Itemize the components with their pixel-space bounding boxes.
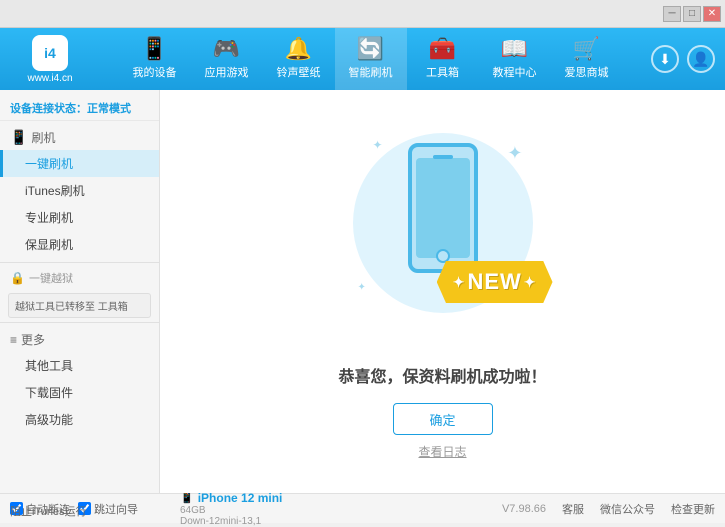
nav-ringtones[interactable]: 🔔 铃声壁纸 — [263, 28, 335, 90]
sparkle-2: ✦ — [507, 143, 522, 164]
nav-my-device-label: 我的设备 — [133, 64, 177, 80]
save-flash-label: 保显刷机 — [25, 238, 73, 252]
more-section-label: 更多 — [21, 331, 45, 348]
sidebar-item-pro-flash[interactable]: 专业刷机 — [0, 204, 159, 231]
lock-icon: 🔒 — [10, 271, 25, 285]
jailbreak-notice-text: 越狱工具已转移至 工具箱 — [15, 302, 128, 313]
phone-screen — [416, 158, 470, 258]
device-status: 设备连接状态：正常模式 — [0, 96, 159, 121]
pro-flash-label: 专业刷机 — [25, 211, 73, 225]
title-bar: ─ □ ✕ — [0, 0, 725, 28]
skip-wizard-label: 跳过向导 — [94, 501, 138, 517]
nav-apps-games[interactable]: 🎮 应用游戏 — [191, 28, 263, 90]
status-label: 设备连接状态： — [10, 103, 87, 115]
flash-section-title: 📱 刷机 — [0, 125, 159, 150]
version-label: V7.98.66 — [502, 503, 546, 515]
sidebar-item-advanced[interactable]: 高级功能 — [0, 406, 159, 433]
apps-games-icon: 🎮 — [213, 38, 240, 60]
store-icon: 🛒 — [573, 38, 600, 60]
new-ribbon: ✦ NEW ✦ — [437, 261, 553, 303]
status-value: 正常模式 — [87, 103, 131, 115]
check-update-link[interactable]: 检查更新 — [671, 501, 715, 517]
wechat-public-link[interactable]: 微信公众号 — [600, 501, 655, 517]
sidebar-item-itunes-flash[interactable]: iTunes刷机 — [0, 177, 159, 204]
sidebar-item-download-firmware[interactable]: 下载固件 — [0, 379, 159, 406]
user-button[interactable]: 👤 — [687, 45, 715, 73]
device-info: 📱 iPhone 12 mini 64GB Down-12mini-13,1 — [170, 491, 502, 527]
new-text: NEW — [467, 269, 521, 295]
nav-apps-games-label: 应用游戏 — [205, 64, 249, 80]
sparkle-3: ✦ — [358, 282, 366, 293]
nav-tutorials[interactable]: 📖 教程中心 — [479, 28, 551, 90]
other-tools-label: 其他工具 — [25, 359, 73, 373]
divider-2 — [0, 322, 159, 323]
minimize-button[interactable]: ─ — [663, 6, 681, 22]
logo-icon: i4 — [32, 35, 68, 71]
sidebar-item-one-click-flash[interactable]: 一键刷机 — [0, 150, 159, 177]
nav-toolbox-label: 工具箱 — [426, 64, 459, 80]
phone-illustration — [408, 143, 478, 273]
ringtones-icon: 🔔 — [285, 38, 312, 60]
logo-sub: www.i4.cn — [27, 73, 72, 84]
download-firmware-label: 下载固件 — [25, 386, 73, 400]
nav-tutorials-label: 教程中心 — [493, 64, 537, 80]
bottom-bar: 自动断连 跳过向导 📱 iPhone 12 mini 64GB Down-12m… — [0, 493, 725, 523]
jailbreak-notice: 越狱工具已转移至 工具箱 — [8, 293, 151, 318]
confirm-button[interactable]: 确定 — [393, 403, 493, 435]
phone-body — [408, 143, 478, 273]
sparkle-1: ✦ — [373, 138, 383, 152]
maximize-button[interactable]: □ — [683, 6, 701, 22]
jailbreak-section: 🔒 一键越狱 — [0, 267, 159, 289]
star-left-icon: ✦ — [453, 274, 466, 291]
more-section-title: ≡ 更多 — [0, 327, 159, 352]
device-storage: 64GB — [180, 505, 502, 516]
sidebar-item-other-tools[interactable]: 其他工具 — [0, 352, 159, 379]
main-area: 设备连接状态：正常模式 📱 刷机 一键刷机 iTunes刷机 专业刷机 保显刷机… — [0, 90, 725, 493]
customer-service-link[interactable]: 客服 — [562, 501, 584, 517]
nav-items: 📱 我的设备 🎮 应用游戏 🔔 铃声壁纸 🔄 智能刷机 🧰 工具箱 📖 教程中心… — [90, 28, 651, 90]
success-illustration: ✦ ✦ ✦ ✦ ✦ NEW ✦ — [343, 123, 543, 343]
nav-store-label: 爱思商城 — [565, 64, 609, 80]
nav-smart-flash-label: 智能刷机 — [349, 64, 393, 80]
nav-smart-flash[interactable]: 🔄 智能刷机 — [335, 28, 407, 90]
device-os: Down-12mini-13,1 — [180, 516, 502, 527]
sidebar-item-save-flash[interactable]: 保显刷机 — [0, 231, 159, 258]
toolbox-icon: 🧰 — [429, 38, 456, 60]
nav-toolbox[interactable]: 🧰 工具箱 — [407, 28, 479, 90]
close-button[interactable]: ✕ — [703, 6, 721, 22]
success-message: 恭喜您，保资料刷机成功啦！ — [338, 363, 546, 387]
my-device-icon: 📱 — [141, 38, 168, 60]
bottom-right: V7.98.66 客服 微信公众号 检查更新 — [502, 501, 715, 517]
advanced-label: 高级功能 — [25, 413, 73, 427]
app-logo: i4 www.i4.cn — [10, 35, 90, 84]
nav-actions: ⬇ 👤 — [651, 45, 715, 73]
nav-my-device[interactable]: 📱 我的设备 — [119, 28, 191, 90]
nav-bar: i4 www.i4.cn 📱 我的设备 🎮 应用游戏 🔔 铃声壁纸 🔄 智能刷机… — [0, 28, 725, 90]
new-badge: ✦ NEW ✦ — [437, 261, 553, 303]
flash-section-icon: 📱 — [10, 129, 27, 146]
divider-1 — [0, 262, 159, 263]
itunes-status-bar: 阻止iTunes运行 — [0, 499, 97, 523]
flash-section-label: 刷机 — [31, 129, 55, 146]
back-log-link[interactable]: 查看日志 — [418, 443, 466, 460]
one-click-flash-label: 一键刷机 — [25, 157, 73, 171]
jailbreak-label: 一键越狱 — [29, 270, 73, 286]
nav-ringtones-label: 铃声壁纸 — [277, 64, 321, 80]
itunes-status-label[interactable]: 阻止iTunes运行 — [10, 506, 87, 518]
sidebar: 设备连接状态：正常模式 📱 刷机 一键刷机 iTunes刷机 专业刷机 保显刷机… — [0, 90, 160, 493]
tutorials-icon: 📖 — [501, 38, 528, 60]
nav-store[interactable]: 🛒 爱思商城 — [551, 28, 623, 90]
smart-flash-icon: 🔄 — [357, 38, 384, 60]
download-button[interactable]: ⬇ — [651, 45, 679, 73]
more-section-icon: ≡ — [10, 333, 17, 347]
phone-speaker — [433, 155, 453, 159]
content-area: ✦ ✦ ✦ ✦ ✦ NEW ✦ 恭喜您，保资料刷机成功啦！ — [160, 90, 725, 493]
star-right-icon: ✦ — [524, 274, 537, 291]
itunes-flash-label: iTunes刷机 — [25, 184, 85, 198]
